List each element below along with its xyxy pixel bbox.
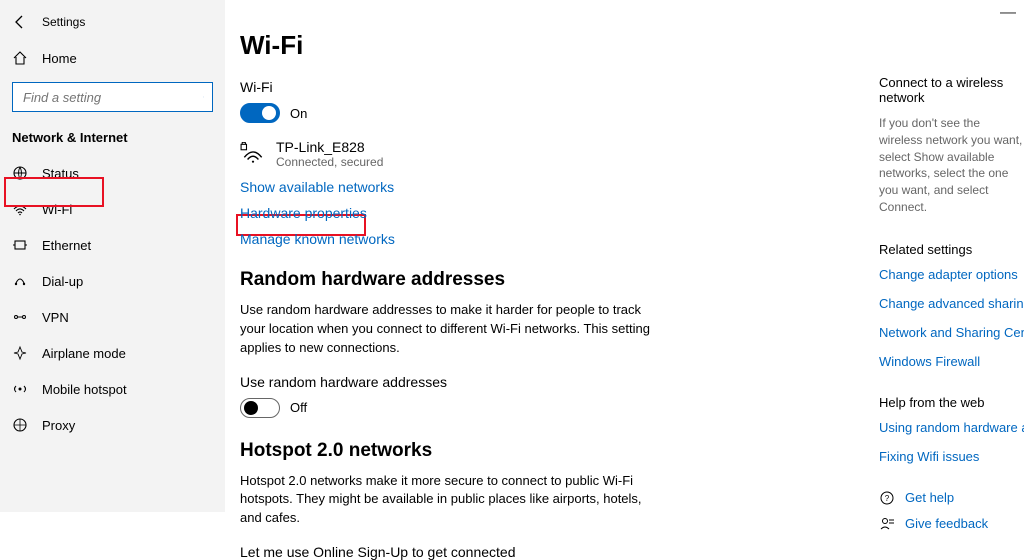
link-help-random[interactable]: Using random hardware addresses bbox=[879, 420, 1024, 435]
sidebar-item-proxy[interactable]: Proxy bbox=[0, 407, 225, 443]
get-help-link[interactable]: ? Get help bbox=[879, 490, 1024, 506]
main-content: Wi-Fi Wi-Fi On TP-Link_E828 Connected, s… bbox=[240, 0, 880, 512]
sidebar-item-label: VPN bbox=[42, 310, 69, 325]
random-toggle[interactable] bbox=[240, 398, 280, 418]
hotspot-icon bbox=[12, 381, 28, 397]
wifi-icon bbox=[12, 201, 28, 217]
sidebar-item-vpn[interactable]: VPN bbox=[0, 299, 225, 335]
sidebar-item-label: Status bbox=[42, 166, 79, 181]
sidebar-item-wifi[interactable]: Wi-Fi bbox=[0, 191, 225, 227]
right-pane: Connect to a wireless network If you don… bbox=[879, 0, 1024, 512]
sidebar-item-hotspot[interactable]: Mobile hotspot bbox=[0, 371, 225, 407]
search-input-wrap[interactable] bbox=[12, 82, 213, 112]
sidebar-item-dialup[interactable]: Dial-up bbox=[0, 263, 225, 299]
home-label: Home bbox=[42, 51, 77, 66]
random-desc: Use random hardware addresses to make it… bbox=[240, 301, 660, 358]
search-icon bbox=[203, 90, 204, 104]
ethernet-icon bbox=[12, 237, 28, 253]
network-name: TP-Link_E828 bbox=[276, 139, 383, 155]
link-network-center[interactable]: Network and Sharing Center bbox=[879, 325, 1024, 340]
link-manage-known[interactable]: Manage known networks bbox=[240, 231, 880, 247]
link-help-wifi[interactable]: Fixing Wifi issues bbox=[879, 449, 1024, 464]
nav-section-header: Network & Internet bbox=[0, 124, 225, 155]
sidebar-item-label: Mobile hotspot bbox=[42, 382, 127, 397]
sidebar-item-label: Wi-Fi bbox=[42, 202, 72, 217]
dialup-icon bbox=[12, 273, 28, 289]
page-title: Wi-Fi bbox=[240, 30, 880, 61]
random-toggle-label: Use random hardware addresses bbox=[240, 374, 880, 390]
link-show-available[interactable]: Show available networks bbox=[240, 179, 880, 195]
vpn-icon bbox=[12, 309, 28, 325]
status-icon bbox=[12, 165, 28, 181]
link-advanced-sharing[interactable]: Change advanced sharing options bbox=[879, 296, 1024, 311]
sidebar-item-status[interactable]: Status bbox=[0, 155, 225, 191]
give-feedback-link[interactable]: Give feedback bbox=[879, 516, 1024, 532]
random-heading: Random hardware addresses bbox=[240, 269, 880, 291]
random-toggle-state: Off bbox=[290, 400, 307, 415]
current-network[interactable]: TP-Link_E828 Connected, secured bbox=[240, 139, 880, 169]
wifi-label: Wi-Fi bbox=[240, 79, 880, 95]
connect-text: If you don't see the wireless network yo… bbox=[879, 115, 1024, 216]
link-windows-firewall[interactable]: Windows Firewall bbox=[879, 354, 1024, 369]
svg-text:?: ? bbox=[885, 494, 890, 503]
sidebar-item-label: Airplane mode bbox=[42, 346, 126, 361]
network-status: Connected, secured bbox=[276, 155, 383, 169]
settings-title: Settings bbox=[42, 15, 85, 29]
sidebar-item-label: Dial-up bbox=[42, 274, 83, 289]
link-adapter-options[interactable]: Change adapter options bbox=[879, 267, 1024, 282]
search-input[interactable] bbox=[21, 89, 203, 106]
sidebar-item-label: Proxy bbox=[42, 418, 75, 433]
give-feedback-label: Give feedback bbox=[905, 516, 988, 531]
wifi-toggle-state: On bbox=[290, 106, 307, 121]
sidebar-item-label: Ethernet bbox=[42, 238, 91, 253]
home-link[interactable]: Home bbox=[0, 42, 225, 74]
sidebar: Settings Home Network & Internet Status … bbox=[0, 0, 225, 512]
proxy-icon bbox=[12, 417, 28, 433]
wifi-secured-icon bbox=[240, 142, 266, 164]
back-icon[interactable] bbox=[12, 14, 28, 30]
sidebar-item-airplane[interactable]: Airplane mode bbox=[0, 335, 225, 371]
help-heading: Help from the web bbox=[879, 395, 1024, 410]
sidebar-item-ethernet[interactable]: Ethernet bbox=[0, 227, 225, 263]
airplane-icon bbox=[12, 345, 28, 361]
home-icon bbox=[12, 50, 28, 66]
connect-heading: Connect to a wireless network bbox=[879, 75, 1024, 105]
hotspot-heading: Hotspot 2.0 networks bbox=[240, 440, 880, 462]
help-icon: ? bbox=[879, 490, 895, 506]
link-hardware-props[interactable]: Hardware properties bbox=[240, 205, 880, 221]
related-heading: Related settings bbox=[879, 242, 1024, 257]
wifi-toggle[interactable] bbox=[240, 103, 280, 123]
hotspot-signup-label: Let me use Online Sign-Up to get connect… bbox=[240, 544, 880, 560]
feedback-icon bbox=[879, 516, 895, 532]
hotspot-desc: Hotspot 2.0 networks make it more secure… bbox=[240, 472, 660, 529]
get-help-label: Get help bbox=[905, 490, 954, 505]
